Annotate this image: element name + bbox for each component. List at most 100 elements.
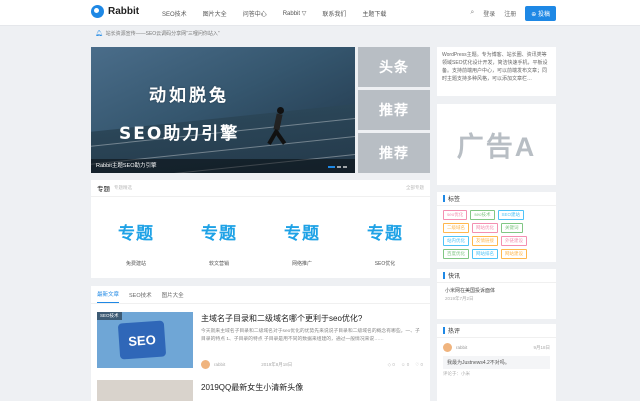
slider-dots (328, 166, 347, 168)
site-logo[interactable]: Rabbit (91, 5, 139, 18)
comment-author[interactable]: rabbit (456, 345, 529, 350)
topics-header: 专题 专题精选 全部专题 (91, 180, 430, 197)
article-date: 2019年8月18日 (261, 361, 293, 367)
tags-title: 标签 (448, 197, 461, 203)
main-nav: SEO技术 图片大全 问答中心 Rabbit ▽ 联系我们 主题下载 (154, 0, 394, 26)
tag-chip[interactable]: seo技术 (470, 210, 495, 220)
nav-item-contact[interactable]: 联系我们 (314, 9, 354, 18)
nav-item-rabbit[interactable]: Rabbit ▽ (275, 10, 315, 17)
article-thumbnail[interactable]: SEO SEO技术 (97, 312, 193, 368)
nav-item-qa[interactable]: 问答中心 (235, 9, 275, 18)
bell-icon: 🔔︎ (95, 30, 103, 37)
topics-title: 专题 (97, 186, 110, 193)
news-date: 2019年7月2日 (445, 296, 474, 301)
post-button[interactable]: ⊕ 投稿 (525, 5, 556, 21)
comment-meta: rabbit 9月18日 (437, 338, 556, 352)
tag-chip[interactable]: 二级域名 (443, 223, 469, 233)
tag-chip[interactable]: 关键词 (501, 223, 523, 233)
search-icon[interactable]: ⌕ (470, 9, 474, 17)
tile-label: 推荐 (379, 102, 409, 118)
article-title[interactable]: 主域名子目录和二级域名哪个更利于seo优化? (201, 313, 362, 324)
views-count: ◇ 0 (387, 361, 395, 367)
tile-label: 推荐 (379, 145, 409, 161)
article-stats: ◇ 0 ☺ 0 ♡ 0 (388, 362, 423, 368)
slide-caption[interactable]: Rabbit主题SEO助力引擎 (91, 159, 355, 173)
notice-bar: 🔔︎ 站长资源宣传——SEO云调码分享网“三哩问你站入” (91, 27, 430, 39)
topic-card[interactable]: 专题 软文营销 (181, 207, 257, 268)
likes-count[interactable]: ♡ 0 (415, 362, 423, 368)
top-header: Rabbit SEO技术 图片大全 问答中心 Rabbit ▽ 联系我们 主题下… (0, 0, 640, 26)
avatar[interactable] (201, 360, 210, 369)
tags-header: 标签 (437, 192, 556, 206)
topic-card[interactable]: 专题 网络推广 (264, 207, 340, 268)
header-actions: ⌕ 登录 注册 ⊕ 投稿 (470, 0, 556, 26)
category-badge[interactable]: SEO技术 (97, 312, 122, 320)
nav-item-seo[interactable]: SEO技术 (154, 9, 195, 18)
topic-card[interactable]: 专题 免费建站 (98, 207, 174, 268)
hero-slider[interactable]: 动如脱兔 SEO助力引擎 Rabbit主题SEO助力引擎 (91, 47, 355, 173)
tag-chip[interactable]: seo优化 (443, 210, 468, 220)
tile-recommend[interactable]: 推荐 (358, 90, 430, 130)
slide-title-line1: 动如脱兔 (149, 86, 229, 106)
comment-text[interactable]: 我最为Justnews4.2不对吗。 (443, 356, 550, 369)
logo-text: Rabbit (108, 6, 140, 17)
slider-dot[interactable] (343, 166, 347, 168)
tile-recommend-2[interactable]: 推荐 (358, 133, 430, 173)
topics-more-link[interactable]: 全部专题 (406, 185, 424, 191)
topic-image: 专题 (118, 223, 154, 243)
news-title: 快讯 (448, 274, 461, 280)
news-widget: 快讯 小米网在美国投诉面体 2019年7月2日 (437, 269, 556, 319)
topic-label: SEO优化 (374, 261, 396, 267)
avatar[interactable] (443, 343, 452, 352)
article-author[interactable]: rabbit (214, 362, 225, 367)
comments-title: 热评 (448, 329, 461, 335)
article-excerpt: 今天就来主域名子目录和二级域名对于seo优化的优势先来说说子目录和二级域名的概念… (201, 329, 420, 342)
tile-headline[interactable]: 头条 (358, 47, 430, 87)
topic-card[interactable]: 专题 SEO优化 (347, 207, 423, 268)
tag-list: seo优化 seo技术 SEO建站二级域名 网站优化 关键词站内优化 友情链接 外链建设百度… (437, 206, 556, 263)
tag-chip[interactable]: 网站建设 (501, 249, 527, 259)
article-title[interactable]: 2019QQ最新女生小清新头像 (201, 382, 303, 393)
article-tabs: 最新文章 SEO技术 图片大全 (91, 286, 430, 304)
tag-chip[interactable]: 网站优化 (472, 223, 498, 233)
comments-count: ☺ 0 (400, 361, 410, 367)
topic-label: 免费建站 (125, 261, 146, 267)
nav-item-themes[interactable]: 主题下载 (354, 9, 394, 18)
topic-image: 专题 (367, 223, 403, 243)
topic-grid: 专题 免费建站 专题 软文营销 专题 网络推广 专题 SEO优化 (91, 197, 430, 268)
topics-subtitle: 专题精选 (114, 185, 132, 190)
nav-item-images[interactable]: 图片大全 (195, 9, 235, 18)
comment-time: 9月18日 (533, 344, 550, 350)
register-link[interactable]: 注册 (504, 9, 516, 18)
seo-graphic: SEO (117, 320, 167, 360)
tag-chip[interactable]: 站内优化 (443, 236, 469, 246)
comment-post[interactable]: 评论于：小米 (437, 369, 556, 379)
ad-text: 广告A (456, 132, 537, 162)
tag-chip[interactable]: 友情链接 (472, 236, 498, 246)
ad-banner[interactable]: 广告A (437, 104, 556, 185)
topic-image: 专题 (201, 223, 237, 243)
news-header: 快讯 (437, 269, 556, 283)
tab-seo[interactable]: SEO技术 (129, 287, 152, 303)
runner-graphic (267, 107, 287, 149)
article-thumbnail[interactable] (97, 380, 193, 401)
article-item: SEO SEO技术 主域名子目录和二级域名哪个更利于seo优化? 今天就来主域名… (91, 304, 430, 376)
tag-chip[interactable]: SEO建站 (497, 210, 525, 220)
notice-text[interactable]: 站长资源宣传——SEO云调码分享网“三哩问你站入” (106, 30, 220, 37)
slider-dot[interactable] (337, 166, 341, 168)
tab-images[interactable]: 图片大全 (162, 287, 184, 303)
tag-chip[interactable]: 百度优化 (443, 249, 469, 259)
tab-latest[interactable]: 最新文章 (97, 286, 120, 303)
slider-dot-active[interactable] (328, 166, 335, 168)
topic-label: 网络推广 (291, 261, 312, 267)
login-link[interactable]: 登录 (483, 9, 495, 18)
topic-label: 软文营销 (208, 261, 229, 267)
tag-chip[interactable]: 网站排名 (472, 249, 498, 259)
news-item[interactable]: 小米网在美国投诉面体 (437, 283, 556, 294)
tag-chip[interactable]: 外链建设 (501, 236, 527, 246)
articles-section: 最新文章 SEO技术 图片大全 SEO SEO技术 主域名子目录和二级域名哪个更… (91, 286, 430, 401)
comments-widget: 热评 rabbit 9月18日 我最为Justnews4.2不对吗。 评论于：小… (437, 324, 556, 401)
article-item: 2019QQ最新女生小清新头像 (91, 376, 430, 401)
tile-label: 头条 (379, 59, 409, 75)
topic-image: 专题 (284, 223, 320, 243)
